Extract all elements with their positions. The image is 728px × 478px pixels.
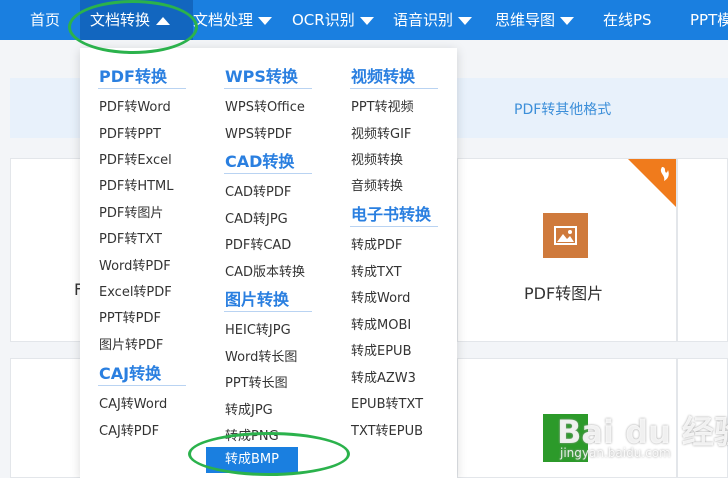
menu-item-ebook-to-txt[interactable]: 转成TXT xyxy=(351,261,402,280)
category-divider xyxy=(224,88,312,89)
menu-item-caj-to-word[interactable]: CAJ转Word xyxy=(99,393,167,412)
image-icon xyxy=(543,213,588,258)
category-caj-title: CAJ转换 xyxy=(99,364,162,383)
nav-ppt[interactable]: PPT模 xyxy=(690,0,728,40)
menu-item-ebook-to-mobi[interactable]: 转成MOBI xyxy=(351,314,411,333)
tool-card-right[interactable] xyxy=(677,158,728,342)
nav-ocr[interactable]: OCR识别 xyxy=(292,0,374,40)
menu-item-ppt-to-video[interactable]: PPT转视频 xyxy=(351,96,414,115)
menu-item-image-to-pdf[interactable]: 图片转PDF xyxy=(99,334,163,353)
category-divider xyxy=(224,311,312,312)
menu-item-audio-convert[interactable]: 音频转换 xyxy=(351,175,403,194)
category-divider xyxy=(350,88,438,89)
category-cad-title: CAD转换 xyxy=(225,152,295,171)
caret-down-icon xyxy=(258,16,273,25)
menu-item-ebook-to-epub[interactable]: 转成EPUB xyxy=(351,340,412,359)
nav-doc-process[interactable]: 文档处理 xyxy=(193,0,273,40)
menu-item-wps-to-office[interactable]: WPS转Office xyxy=(225,96,305,115)
menu-item-heic-to-jpg[interactable]: HEIC转JPG xyxy=(225,319,291,338)
category-image-title: 图片转换 xyxy=(225,290,290,309)
menu-item-caj-to-pdf[interactable]: CAJ转PDF xyxy=(99,420,159,439)
nav-online-ps[interactable]: 在线PS xyxy=(603,0,652,40)
menu-item-video-to-gif[interactable]: 视频转GIF xyxy=(351,123,411,142)
category-divider xyxy=(98,88,186,89)
menu-item-ebook-to-word[interactable]: 转成Word xyxy=(351,287,410,306)
menu-item-pdf-to-cad[interactable]: PDF转CAD xyxy=(225,234,291,253)
menu-item-cad-to-jpg[interactable]: CAD转JPG xyxy=(225,208,288,227)
menu-item-wps-to-pdf[interactable]: WPS转PDF xyxy=(225,123,292,142)
menu-item-pdf-to-image[interactable]: PDF转图片 xyxy=(99,202,163,221)
menu-item-pdf-to-excel[interactable]: PDF转Excel xyxy=(99,149,172,168)
menu-item-word-to-long-image[interactable]: Word转长图 xyxy=(225,346,297,365)
card-label-pdf-to-image: PDF转图片 xyxy=(524,284,604,303)
menu-item-cad-to-pdf[interactable]: CAD转PDF xyxy=(225,181,291,200)
menu-item-pdf-to-txt[interactable]: PDF转TXT xyxy=(99,228,162,247)
baidu-watermark-url: jingyan.baidu.com xyxy=(560,446,671,460)
menu-item-txt-to-epub[interactable]: TXT转EPUB xyxy=(351,420,423,439)
menu-item-word-to-pdf[interactable]: Word转PDF xyxy=(99,255,171,274)
menu-item-video-convert[interactable]: 视频转换 xyxy=(351,149,403,168)
caret-down-icon xyxy=(560,16,575,25)
menu-item-ppt-to-pdf[interactable]: PPT转PDF xyxy=(99,307,161,326)
category-wps-title: WPS转换 xyxy=(225,67,298,86)
annotation-ellipse-bmp xyxy=(188,432,350,476)
nav-mindmap[interactable]: 思维导图 xyxy=(495,0,575,40)
menu-item-pdf-to-ppt[interactable]: PDF转PPT xyxy=(99,123,161,142)
menu-item-ppt-to-long-image[interactable]: PPT转长图 xyxy=(225,372,288,391)
hot-flame-icon xyxy=(628,159,676,207)
nav-home[interactable]: 首页 xyxy=(30,0,60,40)
nav-speech[interactable]: 语音识别 xyxy=(393,0,473,40)
category-pdf-title: PDF转换 xyxy=(99,67,167,86)
menu-item-to-jpg[interactable]: 转成JPG xyxy=(225,399,273,418)
caret-down-icon xyxy=(458,16,473,25)
menu-item-ebook-to-azw3[interactable]: 转成AZW3 xyxy=(351,367,416,386)
category-ebook-title: 电子书转换 xyxy=(351,205,432,224)
category-divider xyxy=(98,385,186,386)
category-divider xyxy=(350,226,438,227)
annotation-ellipse-nav xyxy=(68,0,198,54)
menu-item-epub-to-txt[interactable]: EPUB转TXT xyxy=(351,393,423,412)
menu-item-excel-to-pdf[interactable]: Excel转PDF xyxy=(99,281,172,300)
category-divider xyxy=(224,173,312,174)
menu-item-ebook-to-pdf[interactable]: 转成PDF xyxy=(351,234,402,253)
menu-item-cad-version[interactable]: CAD版本转换 xyxy=(225,261,305,280)
caret-down-icon xyxy=(359,16,374,25)
menu-item-pdf-to-html[interactable]: PDF转HTML xyxy=(99,175,174,194)
category-video-title: 视频转换 xyxy=(351,67,416,86)
banner-tab-pdf-to-other[interactable]: PDF转其他格式 xyxy=(514,99,611,119)
menu-item-pdf-to-word[interactable]: PDF转Word xyxy=(99,96,171,115)
